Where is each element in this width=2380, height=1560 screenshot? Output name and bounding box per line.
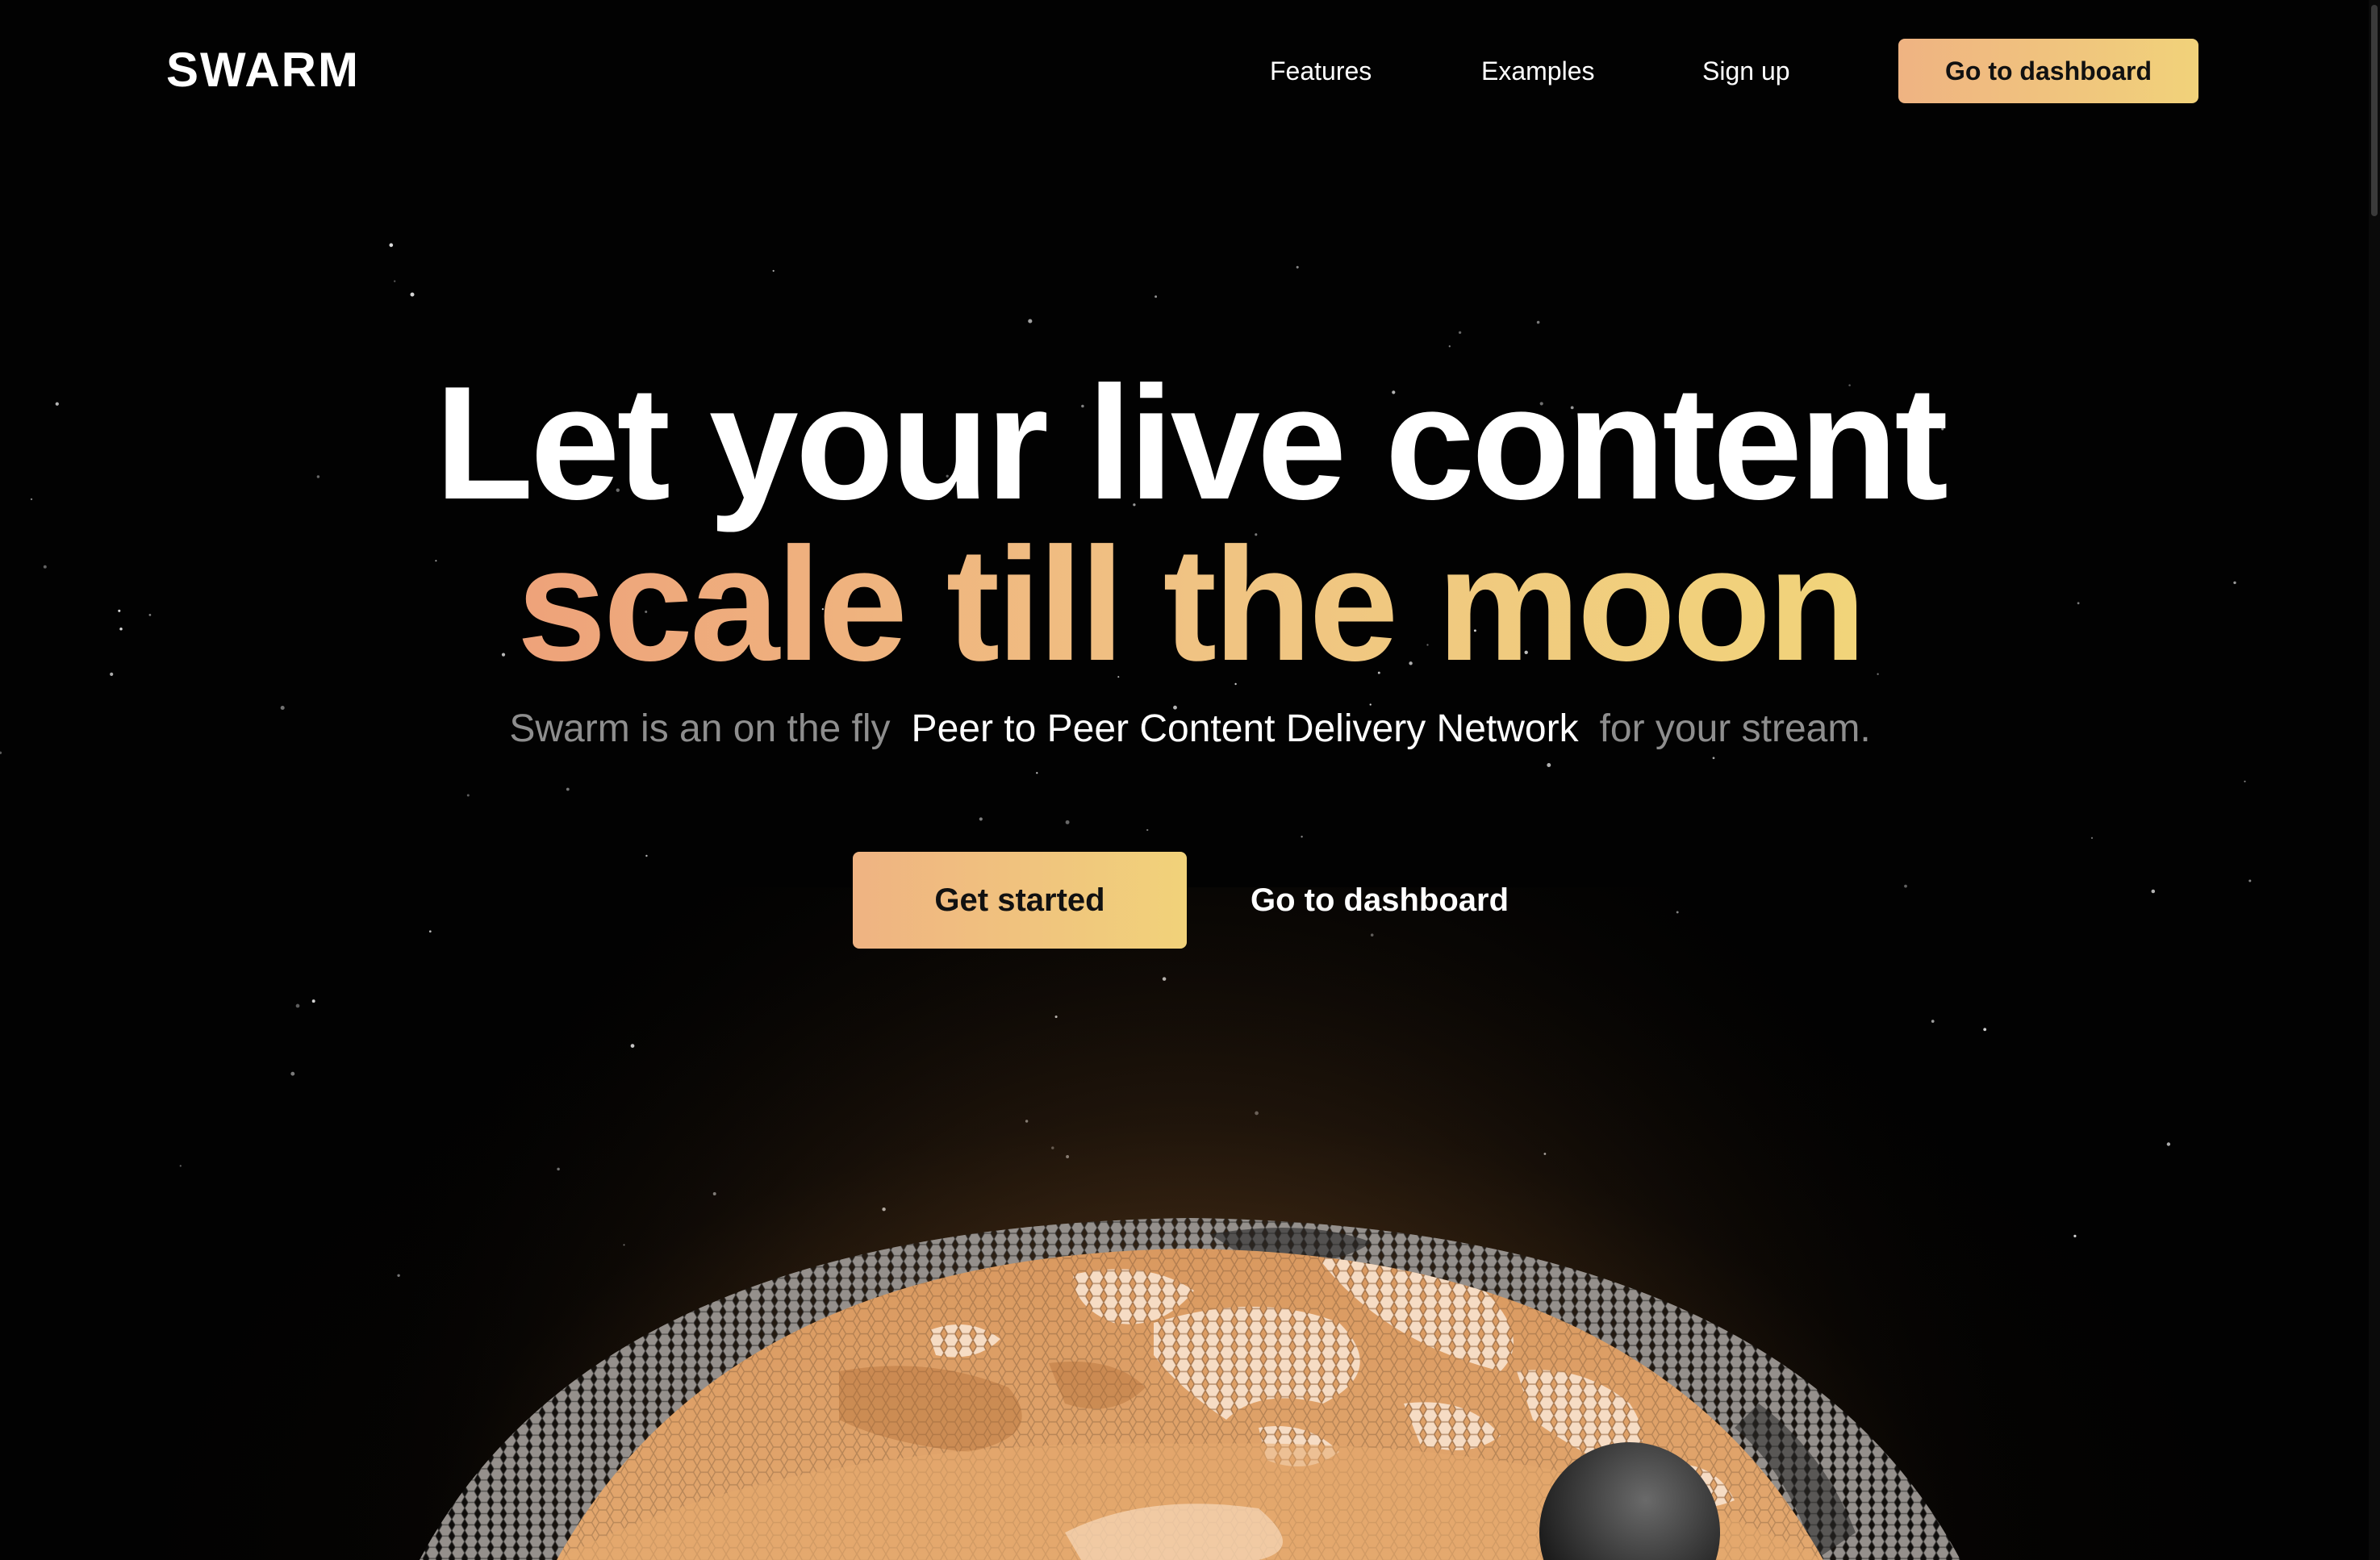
hero-headline-line2: scale till the moon <box>0 516 2380 694</box>
star <box>1296 265 1299 269</box>
star <box>645 854 648 857</box>
star <box>1054 1015 1058 1019</box>
star <box>1025 1120 1029 1123</box>
star <box>466 794 470 797</box>
star <box>2090 836 2094 840</box>
star <box>1543 1153 1547 1155</box>
star <box>1146 828 1149 832</box>
hero-dashboard-link[interactable]: Go to dashboard <box>1218 852 1541 949</box>
nav-signup[interactable]: Sign up <box>1702 53 1790 89</box>
subtitle-suffix: for your stream. <box>1599 707 1871 750</box>
logo[interactable]: SWARM <box>166 42 360 98</box>
star <box>1448 345 1451 348</box>
scrollbar-track[interactable] <box>2369 0 2380 1560</box>
star <box>311 999 315 1003</box>
star <box>397 1274 400 1278</box>
star <box>1931 1020 1935 1023</box>
star <box>410 292 415 297</box>
star <box>1070 1253 1075 1258</box>
nav-examples[interactable]: Examples <box>1481 53 1595 89</box>
star <box>1458 331 1462 334</box>
star <box>2151 889 2156 894</box>
subtitle-highlight: Peer to Peer Content Delivery Network <box>911 707 1579 750</box>
star <box>1904 884 1907 888</box>
star <box>394 280 396 282</box>
star <box>1028 319 1033 323</box>
star <box>712 1192 716 1195</box>
star <box>1051 1146 1054 1149</box>
star <box>1983 1028 1987 1032</box>
star <box>1301 836 1303 838</box>
star <box>2166 1142 2171 1146</box>
nav-features[interactable]: Features <box>1270 53 1372 89</box>
scrollbar-thumb[interactable] <box>2371 5 2378 216</box>
header-dashboard-button[interactable]: Go to dashboard <box>1898 39 2198 103</box>
star <box>1162 977 1167 981</box>
star <box>1547 763 1551 767</box>
hero-headline-gradient-text: scale till the moon <box>516 515 1867 694</box>
star <box>1255 1111 1259 1116</box>
starfield <box>0 243 2252 1282</box>
star <box>295 1003 300 1008</box>
hero-headline-line1: Let your live content <box>435 353 1948 533</box>
star <box>2073 1234 2077 1238</box>
star <box>2244 780 2246 782</box>
star <box>1036 772 1038 774</box>
star <box>179 1165 182 1167</box>
site-header: SWARM Features Examples Sign up Go to da… <box>0 0 2380 142</box>
star <box>389 243 394 248</box>
star <box>1712 757 1715 760</box>
star <box>882 1207 886 1212</box>
star <box>1066 1155 1070 1158</box>
star <box>630 1044 635 1048</box>
star <box>566 787 570 791</box>
star <box>290 1071 295 1076</box>
star <box>1065 820 1070 824</box>
star <box>772 269 775 272</box>
star <box>428 930 432 933</box>
star <box>557 1167 560 1171</box>
star <box>979 817 983 821</box>
star <box>1536 320 1540 324</box>
star <box>623 1244 625 1246</box>
hero-subtitle: Swarm is an on the fly Peer to Peer Conte… <box>0 703 2380 755</box>
star <box>1155 295 1158 298</box>
subtitle-prefix: Swarm is an on the fly <box>509 707 891 750</box>
star <box>2248 879 2252 882</box>
star <box>1273 1278 1277 1282</box>
get-started-button[interactable]: Get started <box>853 852 1187 949</box>
star <box>1676 911 1679 914</box>
